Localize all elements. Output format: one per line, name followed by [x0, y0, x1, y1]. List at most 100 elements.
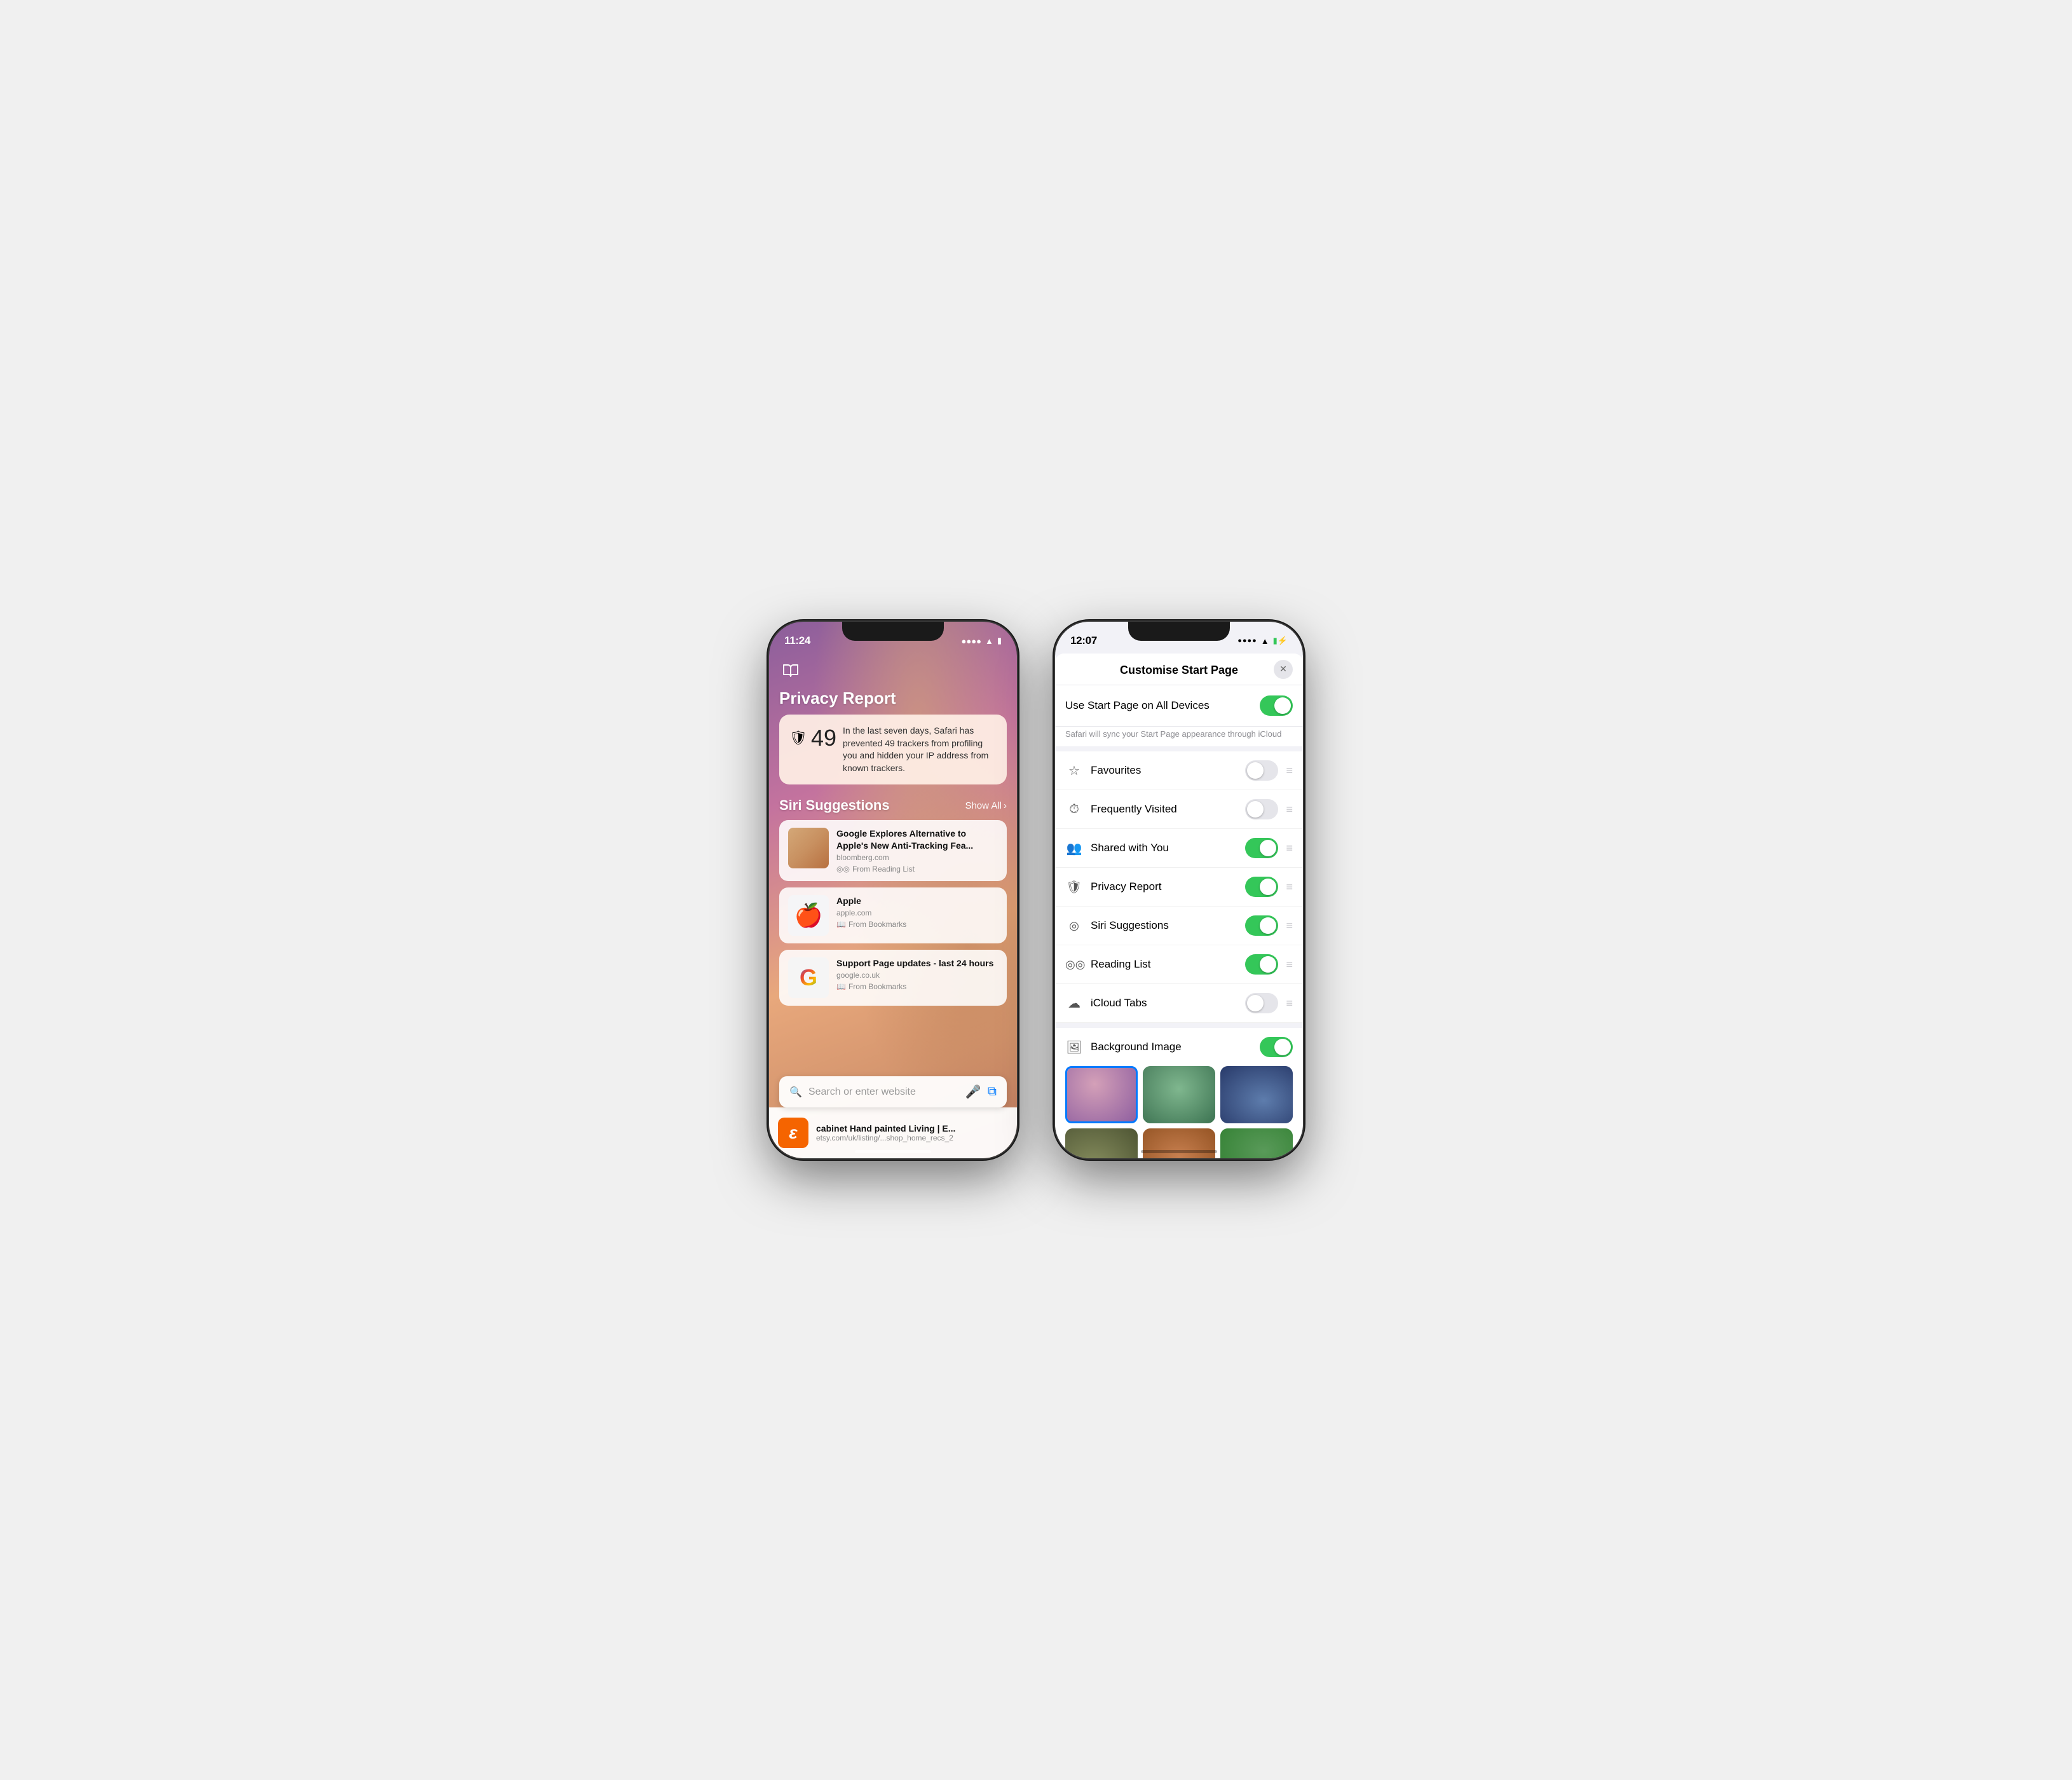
- favourites-toggle[interactable]: [1245, 760, 1278, 781]
- privacy-card[interactable]: 🛡 49 In the last seven days, Safari has …: [779, 715, 1007, 784]
- bg-header: 🖼 Background Image: [1065, 1037, 1293, 1057]
- frequently-visited-label: Frequently Visited: [1091, 803, 1237, 816]
- drag-handle-3[interactable]: ≡: [1286, 842, 1293, 855]
- phone-2: 12:07 ●●●● ▲ ▮⚡ Customise Start Page ✕ U…: [1055, 622, 1303, 1158]
- favourites-label: Favourites: [1091, 764, 1237, 777]
- shared-with-you-toggle[interactable]: [1245, 838, 1278, 858]
- bg-preview-5: [1143, 1128, 1215, 1158]
- shield-icon: 🛡: [789, 730, 807, 746]
- shared-with-you-row[interactable]: 👥 Shared with You ≡: [1055, 829, 1303, 868]
- suggestion-thumb-2: 🍎: [788, 895, 829, 936]
- sync-label: Use Start Page on All Devices: [1065, 699, 1252, 712]
- bg-preview-4: [1065, 1128, 1138, 1158]
- reading-list-small-icon: ◎◎: [836, 865, 850, 873]
- home-indicator-2: [1141, 1150, 1217, 1153]
- siri-icon: ◎: [1065, 919, 1083, 933]
- phone1-screen: 11:24 ●●●● ▲ ▮ Privacy Report: [769, 622, 1017, 1158]
- sync-toggle-row[interactable]: Use Start Page on All Devices: [1055, 685, 1303, 727]
- bookmark-small-icon: 📖: [836, 920, 846, 929]
- suggestion-info-1: Google Explores Alternative to Apple's N…: [836, 828, 998, 873]
- status-time: 11:24: [784, 634, 810, 647]
- sync-toggle[interactable]: [1260, 695, 1293, 716]
- bg-preview-2: [1143, 1066, 1215, 1123]
- reading-list-toggle[interactable]: [1245, 954, 1278, 975]
- drag-handle-5[interactable]: ≡: [1286, 919, 1293, 933]
- suggestion-item-1[interactable]: Google Explores Alternative to Apple's N…: [779, 820, 1007, 880]
- news-thumbnail: [788, 828, 829, 868]
- show-all-button[interactable]: Show All ›: [965, 800, 1007, 811]
- shared-icon: 👥: [1065, 840, 1083, 856]
- suggestion-item-3[interactable]: G Support Page updates - last 24 hours g…: [779, 950, 1007, 1006]
- wifi-icon: ▲: [985, 636, 993, 646]
- bg-thumb-1[interactable]: ✕: [1065, 1066, 1138, 1123]
- favourites-row[interactable]: ☆ Favourites ≡: [1055, 751, 1303, 790]
- privacy-report-row-label: Privacy Report: [1091, 880, 1237, 893]
- suggestion-title-3: Support Page updates - last 24 hours: [836, 957, 998, 969]
- drag-handle-1[interactable]: ≡: [1286, 764, 1293, 777]
- icloud-tabs-toggle[interactable]: [1245, 993, 1278, 1013]
- shared-with-you-label: Shared with You: [1091, 842, 1237, 854]
- apple-logo-icon: 🍎: [794, 902, 823, 929]
- frequently-visited-toggle[interactable]: [1245, 799, 1278, 819]
- signal-icon: ●●●●: [962, 636, 981, 646]
- suggestion-url-1: bloomberg.com: [836, 853, 998, 862]
- reading-list-row-label: Reading List: [1091, 958, 1237, 971]
- privacy-report-section: Privacy Report 🛡 49 In the last seven da…: [769, 688, 1017, 792]
- divider-1: [1055, 746, 1303, 751]
- suggestion-url-3: google.co.uk: [836, 971, 998, 980]
- suggestion-item-2[interactable]: 🍎 Apple apple.com 📖 From Bookmarks: [779, 887, 1007, 943]
- privacy-card-text: In the last seven days, Safari has preve…: [843, 725, 997, 774]
- bg-thumb-4[interactable]: [1065, 1128, 1138, 1158]
- microphone-icon[interactable]: 🎤: [965, 1084, 981, 1100]
- sync-sublabel: Safari will sync your Start Page appeara…: [1055, 727, 1303, 746]
- privacy-report-row[interactable]: 🛡 Privacy Report ≡: [1055, 868, 1303, 907]
- cloud-icon: ☁: [1065, 996, 1083, 1011]
- bg-thumb-6[interactable]: [1220, 1128, 1293, 1158]
- privacy-report-toggle[interactable]: [1245, 877, 1278, 897]
- siri-section-header: Siri Suggestions Show All ›: [779, 797, 1007, 814]
- reading-list-row[interactable]: ◎◎ Reading List ≡: [1055, 945, 1303, 984]
- siri-suggestions-row[interactable]: ◎ Siri Suggestions ≡: [1055, 907, 1303, 945]
- google-logo-icon: G: [800, 964, 817, 991]
- battery-icon-2: ▮⚡: [1273, 636, 1288, 646]
- suggestion-source-3: 📖 From Bookmarks: [836, 982, 998, 991]
- drag-handle-2[interactable]: ≡: [1286, 803, 1293, 816]
- bg-preview-3: [1220, 1066, 1293, 1123]
- drag-handle-6[interactable]: ≡: [1286, 958, 1293, 971]
- bg-thumb-2[interactable]: [1143, 1066, 1215, 1123]
- bg-preview-1: [1067, 1068, 1136, 1121]
- search-bar[interactable]: 🔍 Search or enter website 🎤 ⧉: [779, 1076, 1007, 1107]
- close-button[interactable]: ✕: [1274, 660, 1293, 679]
- bottom-suggestion-url: etsy.com/uk/listing/...shop_home_recs_2: [816, 1133, 955, 1142]
- tracker-number: 49: [811, 725, 836, 751]
- status-icons-2: ●●●● ▲ ▮⚡: [1237, 636, 1288, 646]
- tracker-count: 🛡 49: [789, 725, 834, 751]
- siri-suggestions-row-label: Siri Suggestions: [1091, 919, 1237, 932]
- bg-label: Background Image: [1091, 1041, 1252, 1053]
- bg-toggle[interactable]: [1260, 1037, 1293, 1057]
- battery-icon: ▮: [997, 636, 1002, 646]
- search-input[interactable]: Search or enter website: [808, 1086, 959, 1098]
- etsy-logo: ε: [778, 1118, 808, 1148]
- siri-suggestions-toggle[interactable]: [1245, 915, 1278, 936]
- bg-image-grid: ✕: [1065, 1066, 1293, 1158]
- phone-1: 11:24 ●●●● ▲ ▮ Privacy Report: [769, 622, 1017, 1158]
- phone2-content: 12:07 ●●●● ▲ ▮⚡ Customise Start Page ✕ U…: [1055, 622, 1303, 1158]
- icloud-tabs-row[interactable]: ☁ iCloud Tabs ≡: [1055, 984, 1303, 1023]
- suggestion-info-2: Apple apple.com 📖 From Bookmarks: [836, 895, 998, 929]
- bg-thumb-5[interactable]: [1143, 1128, 1215, 1158]
- siri-suggestions-section: Siri Suggestions Show All › Google Explo…: [769, 792, 1017, 1005]
- tabs-icon[interactable]: ⧉: [988, 1085, 997, 1099]
- search-icon: 🔍: [789, 1086, 802, 1099]
- sheet-modal[interactable]: Customise Start Page ✕ Use Start Page on…: [1055, 654, 1303, 1158]
- drag-handle-4[interactable]: ≡: [1286, 880, 1293, 894]
- drag-handle-7[interactable]: ≡: [1286, 997, 1293, 1010]
- bottom-suggestion-info: cabinet Hand painted Living | E... etsy.…: [816, 1123, 955, 1142]
- reading-list-icon[interactable]: [769, 659, 1017, 688]
- bookmark-small-icon-2: 📖: [836, 982, 846, 991]
- frequently-visited-row[interactable]: ⏱ Frequently Visited ≡: [1055, 790, 1303, 829]
- status-bar: 11:24 ●●●● ▲ ▮: [769, 622, 1017, 654]
- bg-thumb-3[interactable]: [1220, 1066, 1293, 1123]
- reading-list-row-icon: ◎◎: [1065, 958, 1083, 971]
- suggestion-info-3: Support Page updates - last 24 hours goo…: [836, 957, 998, 991]
